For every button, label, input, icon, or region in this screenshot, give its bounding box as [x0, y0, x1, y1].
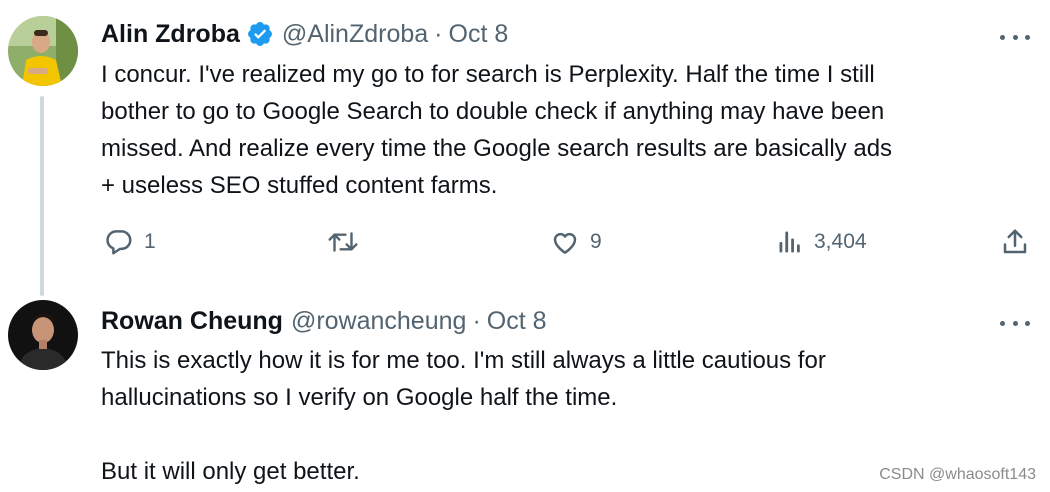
retweet-icon: [328, 232, 358, 252]
views-icon: [779, 231, 800, 253]
tweet-alin-zdroba[interactable]: Alin Zdroba @AlinZdroba · Oct 8 I concur…: [0, 0, 1050, 296]
author-name[interactable]: Rowan Cheung: [101, 305, 283, 337]
share-icon: [1003, 229, 1027, 254]
tweet-actions: 1 9 3,404: [0, 222, 1050, 262]
like-button[interactable]: 9: [550, 222, 602, 262]
tweet-header: Alin Zdroba @AlinZdroba · Oct 8: [101, 18, 508, 50]
author-handle[interactable]: @rowancheung: [291, 305, 467, 337]
retweet-button[interactable]: [326, 222, 360, 262]
view-count: 3,404: [814, 230, 867, 253]
views-button[interactable]: 3,404: [776, 222, 867, 262]
reply-icon: [106, 230, 132, 255]
watermark: CSDN @whaosoft143: [879, 466, 1036, 483]
thread-connector-line: [40, 96, 44, 296]
tweet-rowan-cheung[interactable]: Rowan Cheung @rowancheung · Oct 8 This i…: [0, 290, 1050, 492]
verified-badge-icon: [246, 20, 274, 48]
tweet-text: I concur. I've realized my go to for sea…: [101, 61, 893, 199]
tweet-header: Rowan Cheung @rowancheung · Oct 8: [101, 305, 547, 337]
avatar[interactable]: [8, 16, 78, 86]
share-button[interactable]: [1000, 222, 1030, 262]
header-separator: ·: [434, 20, 443, 48]
reply-count: 1: [144, 230, 156, 253]
like-icon: [553, 232, 577, 254]
like-count: 9: [590, 230, 602, 253]
author-handle[interactable]: @AlinZdroba: [282, 18, 428, 50]
more-icon[interactable]: [1000, 316, 1030, 330]
header-separator: ·: [472, 307, 481, 335]
more-icon[interactable]: [1000, 30, 1030, 44]
avatar-image: [8, 16, 78, 86]
reply-button[interactable]: 1: [104, 222, 156, 262]
avatar[interactable]: [8, 300, 78, 370]
avatar-image: [8, 300, 78, 370]
tweet-date[interactable]: Oct 8: [449, 18, 509, 50]
tweet-date[interactable]: Oct 8: [487, 305, 547, 337]
author-name[interactable]: Alin Zdroba: [101, 18, 240, 50]
